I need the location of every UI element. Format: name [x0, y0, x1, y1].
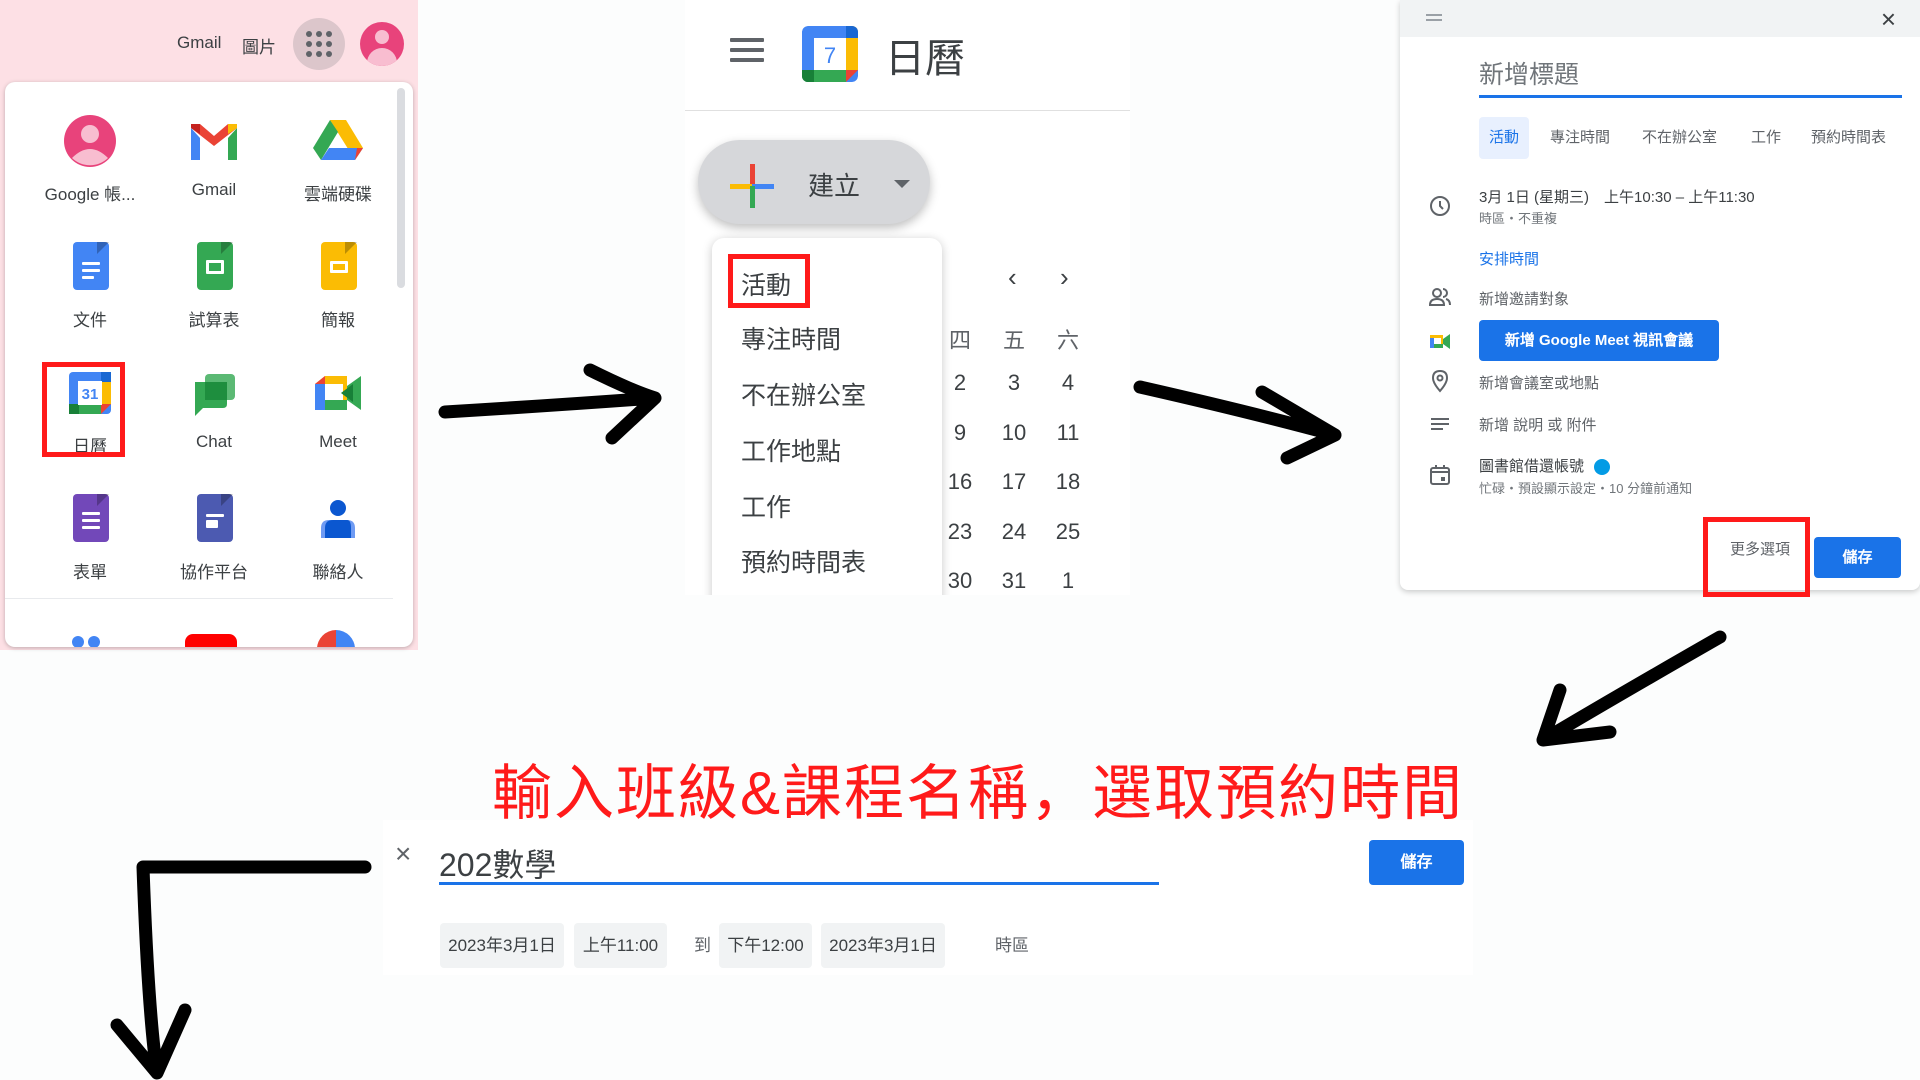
arrow-down: [110, 860, 372, 1080]
arrow-right-1: [438, 363, 662, 445]
arrow-down-left: [1536, 630, 1727, 747]
arrow-right-2: [1133, 380, 1342, 465]
flow-arrows: [110, 363, 1727, 1080]
